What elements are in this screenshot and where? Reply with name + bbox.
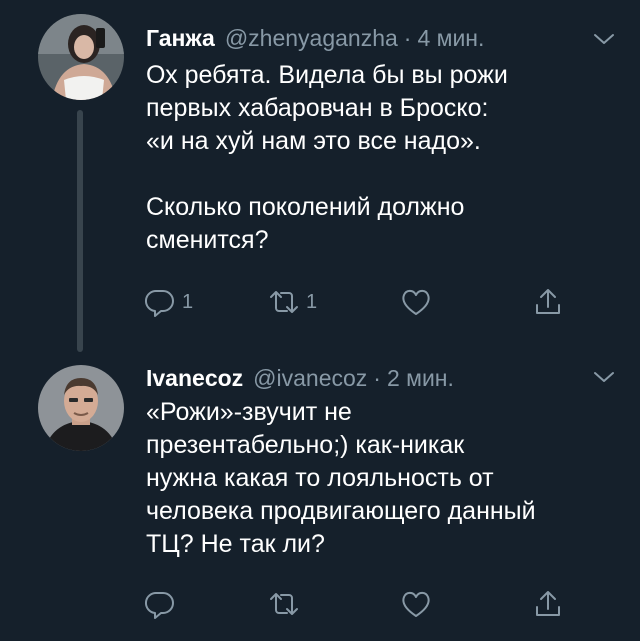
thread-connector-line (77, 110, 83, 352)
timestamp[interactable]: 4 мин. (417, 25, 484, 52)
retweet-icon (270, 291, 298, 313)
author-handle[interactable]: @zhenyaganzha (225, 25, 398, 52)
tweet-actions (130, 584, 610, 624)
reply-icon (145, 289, 174, 317)
like-button[interactable] (400, 584, 438, 624)
tweet-ivanecoz[interactable]: Ivanecoz @ivanecoz · 2 мин. «Рожи»-звучи… (0, 345, 640, 641)
separator-dot: · (403, 24, 412, 51)
tweet-menu-button[interactable] (590, 25, 618, 53)
reply-icon (145, 591, 174, 619)
retweet-icon (270, 593, 298, 615)
share-button[interactable] (532, 282, 564, 322)
share-icon (536, 591, 560, 616)
like-button[interactable] (400, 282, 438, 322)
tweet-header: Ivanecoz @ivanecoz · 2 мин. (146, 362, 616, 394)
avatar-photo-woman-icon (38, 14, 124, 100)
reply-button[interactable]: 1 (144, 282, 193, 322)
author-handle[interactable]: @ivanecoz (253, 365, 367, 392)
author-name[interactable]: Ivanecoz (146, 365, 243, 392)
heart-icon (402, 591, 430, 617)
separator-dot: · (373, 364, 381, 391)
retweet-count: 1 (306, 290, 318, 313)
heart-icon (402, 289, 430, 315)
timestamp[interactable]: 2 мин. (387, 365, 454, 392)
chevron-down-icon (594, 372, 614, 382)
avatar[interactable] (38, 365, 124, 451)
chevron-down-icon (594, 34, 614, 44)
tweet-header: Ганжа @zhenyaganzha · 4 мин. (146, 22, 616, 54)
tweet-text: Ох ребята. Видела бы вы рожи первых хаба… (146, 61, 508, 254)
author-name[interactable]: Ганжа (146, 25, 215, 52)
reply-count: 1 (182, 290, 194, 313)
share-button[interactable] (532, 584, 564, 624)
reply-button[interactable] (144, 584, 182, 624)
avatar[interactable] (38, 14, 124, 100)
retweet-button[interactable] (268, 584, 306, 624)
tweet-ganzha[interactable]: Ганжа @zhenyaganzha · 4 мин. Ох ребята. … (0, 0, 640, 352)
share-icon (536, 289, 560, 314)
tweet-text: «Рожи»-звучит не презентабельно;) как-ни… (146, 398, 536, 558)
tweet-menu-button[interactable] (590, 363, 618, 391)
tweet-actions: 1 1 (130, 282, 610, 322)
retweet-button[interactable]: 1 (268, 282, 317, 322)
avatar-photo-man-icon (38, 365, 124, 451)
